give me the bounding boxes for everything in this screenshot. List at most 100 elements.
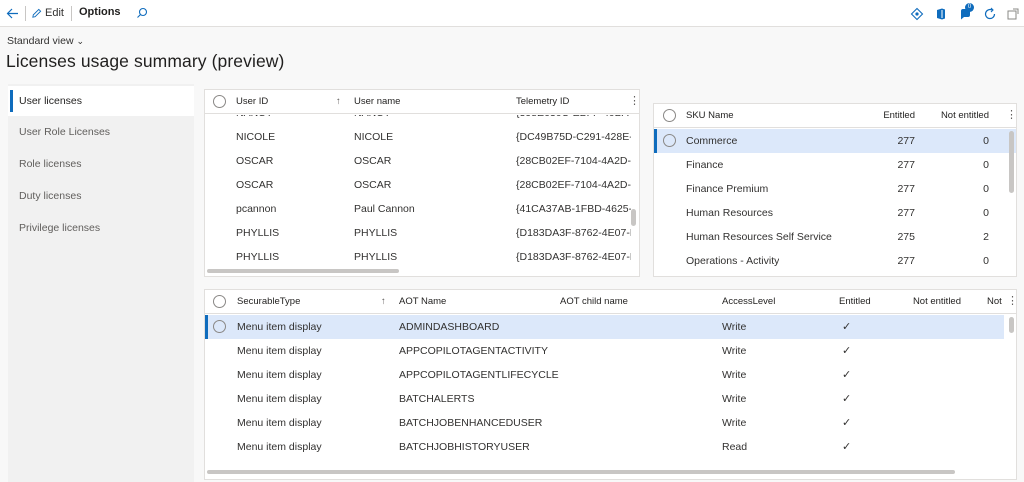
table-row[interactable]: OSCAR OSCAR {28CB02EF-7104-4A2D-9 xyxy=(205,173,639,197)
cell-access-level: Write xyxy=(722,417,747,429)
table-row[interactable]: OSCAR OSCAR {28CB02EF-7104-4A2D-9 xyxy=(205,149,639,173)
table-row[interactable]: Menu item display BATCHJOBHISTORYUSER Re… xyxy=(205,435,1016,459)
checkmark-icon: ✓ xyxy=(842,393,852,405)
table-row[interactable]: Finance 277 0 xyxy=(654,153,1016,177)
cell-securable-type: Menu item display xyxy=(237,369,322,381)
cell-telemetry-id: {41CA37AB-1FBD-4625-8 xyxy=(516,203,631,215)
checkmark-icon: ✓ xyxy=(842,441,852,453)
row-select-radio[interactable] xyxy=(213,320,226,333)
select-all-radio[interactable] xyxy=(213,295,226,308)
table-row[interactable]: Operations - Activity 277 0 xyxy=(654,249,1016,273)
column-header-access-level[interactable]: AccessLevel xyxy=(722,290,775,314)
table-row[interactable]: pcannon Paul Cannon {41CA37AB-1FBD-4625-… xyxy=(205,197,639,221)
pencil-icon xyxy=(32,8,42,18)
cell-not-entitled: 2 xyxy=(983,231,989,243)
selection-indicator xyxy=(654,129,657,153)
refresh-icon[interactable] xyxy=(983,7,997,21)
cell-user-name: Paul Cannon xyxy=(354,203,415,215)
edit-label: Edit xyxy=(45,7,64,19)
open-in-new-window-icon[interactable] xyxy=(1006,7,1020,21)
notifications-icon[interactable]: 0 xyxy=(958,3,974,21)
table-row-selected[interactable]: Menu item display ADMINDASHBOARD Write ✓ xyxy=(205,315,1004,339)
view-selector[interactable]: Standard view ⌄ xyxy=(7,35,84,47)
cell-user-name: NANCY xyxy=(354,115,391,125)
column-header-not-truncated[interactable]: Not xyxy=(987,290,1002,314)
cell-entitled: 277 xyxy=(897,207,915,219)
column-header-user-id[interactable]: User ID xyxy=(236,90,268,114)
table-row-selected[interactable]: Commerce 277 0 xyxy=(654,129,1016,153)
more-options-icon[interactable]: ⋮ xyxy=(1006,104,1016,128)
edit-button[interactable]: Edit xyxy=(31,0,64,27)
cell-user-id: pcannon xyxy=(236,203,277,215)
cell-user-name: PHYLLIS xyxy=(354,251,398,263)
office-icon[interactable] xyxy=(934,7,948,21)
table-row[interactable]: NICOLE NICOLE {DC49B75D-C291-428E-E xyxy=(205,125,639,149)
column-header-not-entitled[interactable]: Not entitled xyxy=(904,290,961,314)
cell-securable-type: Menu item display xyxy=(237,321,322,333)
search-icon[interactable] xyxy=(136,0,150,27)
cell-user-id: PHYLLIS xyxy=(236,227,280,239)
column-header-entitled[interactable]: Entitled xyxy=(839,290,871,314)
back-arrow-icon[interactable] xyxy=(4,0,20,27)
table-row[interactable]: PHYLLIS PHYLLIS {D183DA3F-8762-4E07-B xyxy=(205,221,639,245)
more-options-icon[interactable]: ⋮ xyxy=(1007,290,1016,314)
column-header-securable-type[interactable]: SecurableType xyxy=(237,290,300,314)
cell-user-id: PHYLLIS xyxy=(236,251,280,263)
cell-aot-name: APPCOPILOTAGENTLIFECYCLE xyxy=(399,369,559,381)
table-row[interactable]: Menu item display APPCOPILOTAGENTACTIVIT… xyxy=(205,339,1016,363)
column-header-entitled[interactable]: Entitled xyxy=(872,104,915,128)
table-row[interactable]: PHYLLIS PHYLLIS {D183DA3F-8762-4E07-B xyxy=(205,245,639,265)
row-select-radio[interactable] xyxy=(663,134,676,147)
column-header-user-name[interactable]: User name xyxy=(354,90,400,114)
table-row[interactable]: Finance Premium 277 0 xyxy=(654,177,1016,201)
table-row[interactable]: NANCY NANCY {398E630C-EBFF-40BA-9: xyxy=(205,115,639,125)
view-selector-label: Standard view xyxy=(7,35,74,47)
tab-privilege-licenses[interactable]: Privilege licenses xyxy=(8,213,194,243)
vertical-scrollbar[interactable] xyxy=(1009,317,1014,333)
cell-telemetry-id: {398E630C-EBFF-40BA-9: xyxy=(516,115,631,125)
cell-user-id: NANCY xyxy=(236,115,273,125)
tab-user-licenses[interactable]: User licenses xyxy=(8,86,194,116)
cell-aot-name: BATCHALERTS xyxy=(399,393,475,405)
column-header-telemetry-id[interactable]: Telemetry ID xyxy=(516,90,569,114)
column-header-not-entitled[interactable]: Not entitled xyxy=(933,104,989,128)
tab-user-role-licenses[interactable]: User Role Licenses xyxy=(8,117,194,147)
horizontal-scrollbar[interactable] xyxy=(207,269,399,273)
select-all-radio[interactable] xyxy=(663,109,676,122)
cell-aot-name: APPCOPILOTAGENTACTIVITY xyxy=(399,345,548,357)
checkmark-icon: ✓ xyxy=(842,417,852,429)
table-row[interactable]: Menu item display BATCHALERTS Write ✓ xyxy=(205,387,1016,411)
action-pane: Edit Options 0 xyxy=(0,0,1024,27)
tab-role-licenses[interactable]: Role licenses xyxy=(8,149,194,179)
more-options-icon[interactable]: ⋮ xyxy=(629,90,639,114)
cell-not-entitled: 0 xyxy=(983,255,989,267)
cell-securable-type: Menu item display xyxy=(237,345,322,357)
column-header-sku-name[interactable]: SKU Name xyxy=(686,104,734,128)
cell-aot-name: BATCHJOBENHANCEDUSER xyxy=(399,417,543,429)
notification-count-badge: 0 xyxy=(965,3,974,12)
select-all-radio[interactable] xyxy=(213,95,226,108)
cell-telemetry-id: {28CB02EF-7104-4A2D-9 xyxy=(516,155,631,167)
options-tab[interactable]: Options xyxy=(79,0,121,27)
tab-duty-licenses[interactable]: Duty licenses xyxy=(8,181,194,211)
table-row[interactable]: Human Resources Self Service 275 2 xyxy=(654,225,1016,249)
cell-access-level: Read xyxy=(722,441,748,453)
vertical-scrollbar[interactable] xyxy=(631,209,636,226)
cell-aot-name: ADMINDASHBOARD xyxy=(399,321,500,333)
cell-access-level: Write xyxy=(722,393,747,405)
cell-telemetry-id: {28CB02EF-7104-4A2D-9 xyxy=(516,179,631,191)
checkmark-icon: ✓ xyxy=(842,345,852,357)
vertical-scrollbar[interactable] xyxy=(1009,131,1014,193)
horizontal-scrollbar[interactable] xyxy=(207,470,955,474)
table-row[interactable]: Human Resources 277 0 xyxy=(654,201,1016,225)
page-title: Licenses usage summary (preview) xyxy=(6,51,285,71)
users-grid-body: NANCY NANCY {398E630C-EBFF-40BA-9: NICOL… xyxy=(205,115,639,265)
table-row[interactable]: Menu item display BATCHJOBENHANCEDUSER W… xyxy=(205,411,1016,435)
sku-grid-header: SKU Name Entitled Not entitled ⋮ xyxy=(654,104,1016,128)
column-header-aot-child-name[interactable]: AOT child name xyxy=(560,290,628,314)
cell-sku-name: Commerce xyxy=(686,135,738,147)
diamond-link-icon[interactable] xyxy=(910,7,924,21)
cell-user-id: OSCAR xyxy=(236,155,274,167)
table-row[interactable]: Menu item display APPCOPILOTAGENTLIFECYC… xyxy=(205,363,1016,387)
column-header-aot-name[interactable]: AOT Name xyxy=(399,290,446,314)
